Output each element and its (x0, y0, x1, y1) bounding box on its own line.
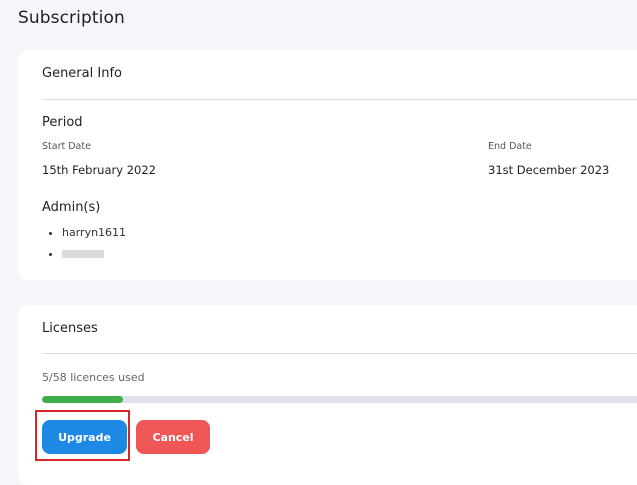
admin-list-item: harryn1611 (62, 226, 126, 247)
period-heading: Period (42, 115, 83, 130)
general-info-divider (42, 99, 637, 100)
licenses-header: Licenses (42, 321, 98, 336)
end-date-value: 31st December 2023 (488, 163, 610, 177)
general-info-header: General Info (42, 66, 122, 81)
licences-progress-fill (42, 396, 123, 403)
cancel-button[interactable]: Cancel (136, 420, 210, 454)
upgrade-button[interactable]: Upgrade (42, 420, 127, 454)
licenses-card: Licenses 5/58 licences used Upgrade Canc… (18, 305, 637, 485)
licences-progress-bar (42, 396, 637, 403)
general-info-card: General Info Period Start Date 15th Febr… (18, 50, 637, 280)
admins-heading: Admin(s) (42, 200, 101, 215)
admin-list-item (62, 247, 126, 268)
redacted-admin-name (62, 250, 104, 258)
end-date-label: End Date (488, 141, 532, 152)
start-date-value: 15th February 2022 (42, 163, 156, 177)
page-title: Subscription (18, 8, 125, 28)
admin-name: harryn1611 (62, 226, 127, 239)
licences-used-text: 5/58 licences used (42, 371, 145, 384)
licenses-divider (42, 353, 637, 354)
start-date-label: Start Date (42, 141, 91, 152)
admin-list: harryn1611 (46, 226, 126, 268)
